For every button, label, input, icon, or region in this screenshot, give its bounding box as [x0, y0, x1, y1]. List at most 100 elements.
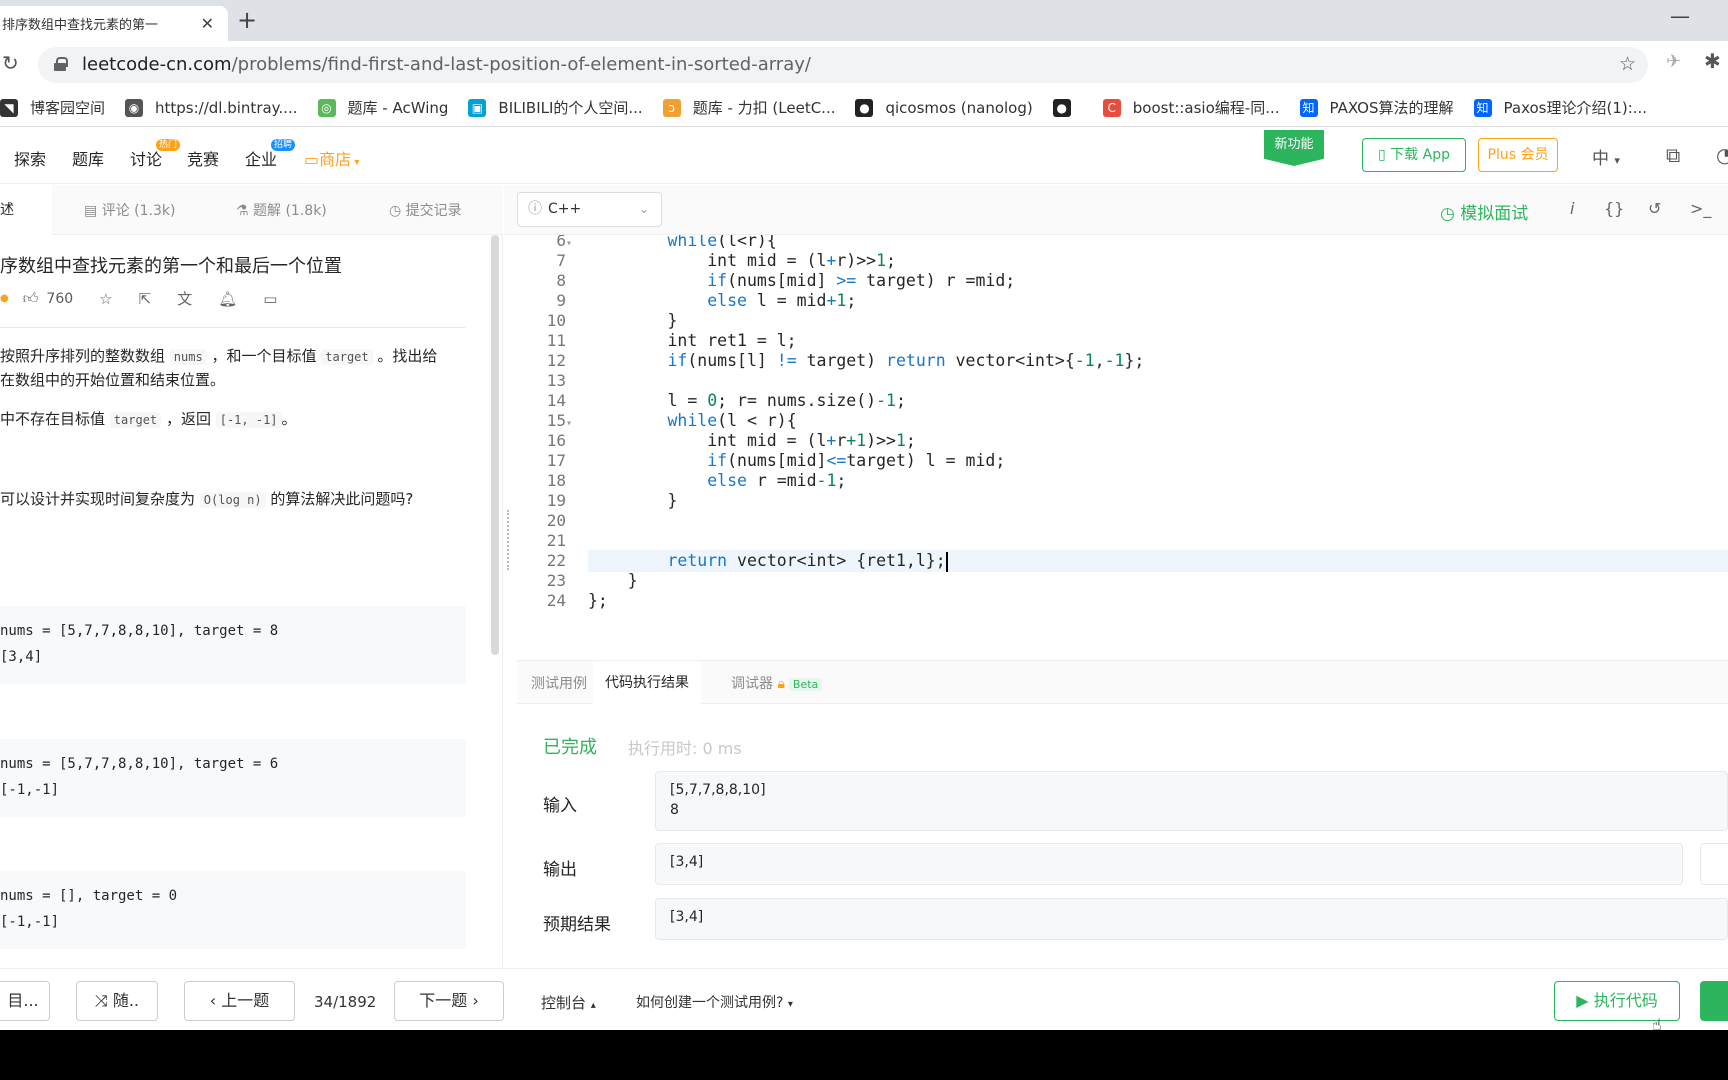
- browser-tab-strip: 排序数组中查找元素的第一 ✕ + —: [0, 0, 1728, 41]
- playground-icon[interactable]: ⧉: [1666, 143, 1680, 167]
- mock-interview-button[interactable]: ◷ 模拟面试: [1440, 199, 1528, 224]
- nav-company[interactable]: 企业 招聘: [245, 139, 296, 170]
- scrollbar[interactable]: [491, 235, 499, 655]
- code-line[interactable]: 16 int mid = (l+r+1)>>1;: [520, 430, 1728, 452]
- prev-problem-button[interactable]: ‹ 上一题: [184, 981, 295, 1021]
- browser-tab[interactable]: 排序数组中查找元素的第一 ✕: [0, 6, 228, 41]
- braces-icon[interactable]: {}: [1604, 199, 1624, 218]
- new-feature-badge[interactable]: 新功能: [1264, 130, 1324, 166]
- url-text[interactable]: leetcode-cn.com/problems/find-first-and-…: [82, 54, 811, 75]
- bookmark-item[interactable]: Cboost::asio编程-同...: [1102, 97, 1280, 118]
- bell-icon[interactable]: 🔔︎: [218, 290, 237, 308]
- how-to-testcase-link[interactable]: 如何创建一个测试用例? ▾: [636, 992, 793, 1012]
- omnibox[interactable]: leetcode-cn.com/problems/find-first-and-…: [38, 47, 1648, 83]
- panel-resize-handle[interactable]: [507, 510, 511, 570]
- bookmark-item[interactable]: 知 Paxos理论介绍(1):...: [1473, 97, 1647, 118]
- tab-testcase[interactable]: 测试用例: [531, 673, 587, 693]
- random-button[interactable]: ⤨ 随..: [76, 981, 158, 1021]
- code-line[interactable]: 9 else l = mid+1;: [520, 290, 1728, 312]
- code-line[interactable]: 12 if(nums[l] != target) return vector<i…: [520, 350, 1728, 372]
- reload-icon[interactable]: ↻: [2, 51, 19, 75]
- bookmark-item[interactable]: 知 PAXOS算法的理解: [1299, 97, 1454, 118]
- code-line[interactable]: 11 int ret1 = l;: [520, 330, 1728, 352]
- text-caret: [945, 551, 948, 572]
- line-number: 12: [546, 351, 566, 370]
- bookmarks-bar: ◥ 博客园空间 ◉ https://dl.bintray.... ◎ 题库 - AcWin…: [0, 89, 1728, 127]
- bookmark-star-icon[interactable]: ☆: [1619, 53, 1636, 75]
- submit-button[interactable]: [1700, 981, 1728, 1021]
- tab-description[interactable]: 描述: [0, 185, 52, 235]
- notification-icon[interactable]: ◔: [1716, 143, 1728, 167]
- bookmark-item[interactable]: ↄ 题库 - 力扣 (LeetC...: [662, 97, 836, 118]
- next-label: 下一题: [419, 991, 468, 1010]
- code-token: target) r =mid;: [856, 271, 1016, 290]
- hot-badge: 热门: [156, 139, 181, 151]
- code-editor[interactable]: 6▾ while(l<r){7 int mid = (l+r)>>1; 8 if(…: [520, 235, 1728, 660]
- share-icon[interactable]: ⇱: [139, 290, 152, 308]
- language-select[interactable]: ⓘ C++ ⌄: [517, 192, 662, 227]
- plus-member-button[interactable]: Plus 会员: [1478, 138, 1558, 172]
- language-label: 中: [1592, 149, 1609, 169]
- download-app-button[interactable]: ▯ 下载 App: [1362, 138, 1466, 172]
- problem-list-button[interactable]: 目...: [0, 981, 50, 1021]
- tab-solutions[interactable]: ⚗ 题解 (1.8k): [236, 200, 327, 220]
- code-token: if: [667, 351, 688, 370]
- tab-debugger[interactable]: 调试器 🔒︎ Beta: [731, 673, 823, 693]
- code-line[interactable]: 15▾ while(l < r){: [520, 410, 1728, 432]
- code-line[interactable]: 14 l = 0; r= nums.size()-1;: [520, 390, 1728, 412]
- diff-button[interactable]: [1700, 843, 1728, 885]
- new-tab-icon[interactable]: +: [232, 6, 262, 36]
- star-icon[interactable]: ☆: [99, 290, 112, 308]
- bookmark-item[interactable]: ● qicosmos (nanolog): [855, 98, 1033, 117]
- code-token: )>>: [866, 431, 896, 450]
- bookmark-item[interactable]: ◥ 博客园空间: [0, 97, 105, 118]
- bookmark-item[interactable]: ▣ BILIBILI的个人空间...: [468, 97, 643, 118]
- inline-code: [-1, -1]: [215, 412, 282, 428]
- terminal-icon[interactable]: >_: [1690, 199, 1711, 218]
- bookmark-label: 题库 - 力扣 (LeetC...: [692, 99, 836, 117]
- extension-icon[interactable]: ✈: [1666, 51, 1681, 72]
- tab-comments[interactable]: ▤ 评论 (1.3k): [84, 200, 175, 220]
- nav-discuss[interactable]: 讨论 热门: [130, 139, 181, 170]
- thumbs-up-icon[interactable]: 👍︎: [23, 289, 39, 308]
- code-token: target): [796, 351, 887, 370]
- code-line[interactable]: 24};: [520, 590, 1728, 612]
- close-icon[interactable]: ✕: [201, 14, 214, 33]
- bookmark-item[interactable]: ◉ https://dl.bintray....: [125, 98, 298, 117]
- code-line[interactable]: 17 if(nums[mid]<=target) l = mid;: [520, 450, 1728, 472]
- code-line[interactable]: 8 if(nums[mid] >= target) r =mid;: [520, 270, 1728, 292]
- zhihu-icon: 知: [1299, 98, 1318, 117]
- play-icon: ▶: [1576, 991, 1594, 1010]
- code-line[interactable]: 7 int mid = (l+r)>>1;: [520, 250, 1728, 272]
- url-host: leetcode-cn.com: [82, 54, 232, 75]
- nav-shop[interactable]: ▭商店 ▾: [304, 146, 359, 170]
- code-token: +: [826, 251, 837, 270]
- next-problem-button[interactable]: 下一题 ›: [394, 981, 504, 1021]
- code-line[interactable]: 18 else r =mid-1;: [520, 470, 1728, 492]
- code-line[interactable]: 20: [520, 510, 1728, 532]
- nav-problems[interactable]: 题库: [72, 146, 104, 170]
- translate-icon[interactable]: 文: [177, 288, 192, 309]
- code-line[interactable]: 19 }: [520, 490, 1728, 512]
- code-line[interactable]: 13: [520, 370, 1728, 392]
- feedback-icon[interactable]: ▭: [263, 290, 277, 308]
- bookmark-item[interactable]: ●: [1052, 98, 1083, 117]
- minimize-icon[interactable]: —: [1670, 4, 1690, 28]
- bookmark-item[interactable]: ◎ 题库 - AcWing: [317, 97, 448, 118]
- console-toggle[interactable]: 控制台 ▴: [541, 992, 596, 1013]
- puzzle-icon[interactable]: ✱: [1704, 49, 1721, 73]
- code-line[interactable]: 10 }: [520, 310, 1728, 332]
- nav-explore[interactable]: 探索: [14, 146, 46, 170]
- tab-result[interactable]: 代码执行结果: [593, 661, 701, 705]
- nav-contest[interactable]: 竞赛: [187, 146, 219, 170]
- code-line[interactable]: 22 return vector<int> {ret1,l};: [520, 550, 1728, 572]
- info-icon[interactable]: i: [1570, 199, 1574, 218]
- code-line[interactable]: 21: [520, 530, 1728, 552]
- reset-icon[interactable]: ↺: [1648, 199, 1661, 218]
- language-switch[interactable]: 中 ▾: [1592, 144, 1620, 169]
- tab-submissions[interactable]: ◷ 提交记录: [389, 200, 462, 220]
- code-line[interactable]: 23 }: [520, 570, 1728, 592]
- bookmark-label: boost::asio编程-同...: [1132, 99, 1280, 117]
- example-1: nums = [5,7,7,8,8,10], target = 8 [3,4]: [0, 606, 466, 684]
